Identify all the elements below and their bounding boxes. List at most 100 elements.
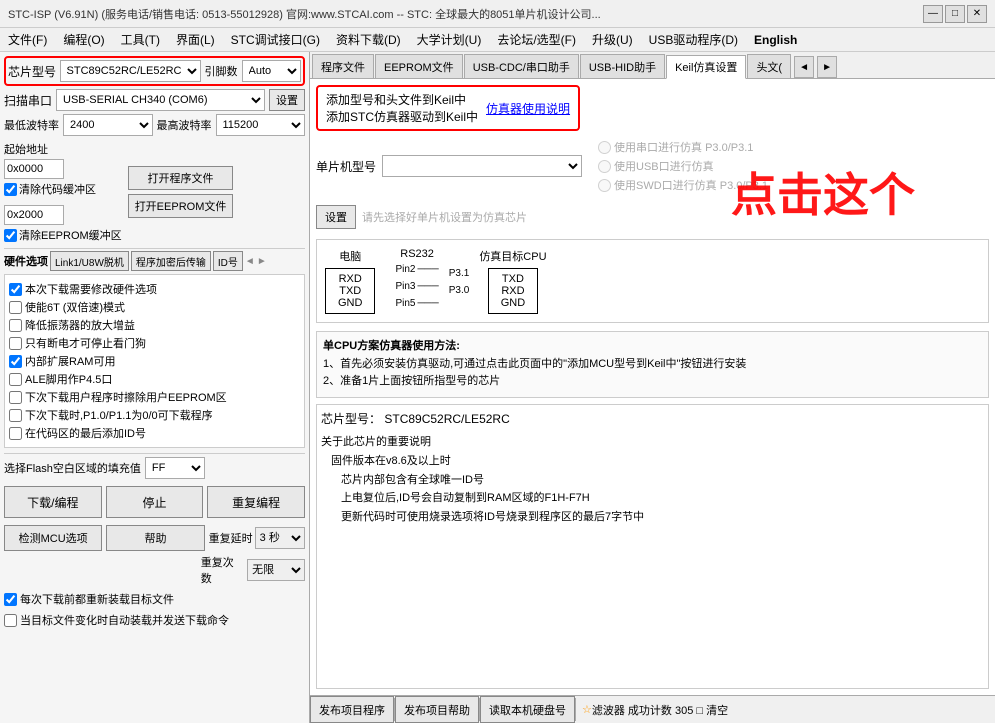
download-btn[interactable]: 下载/编程: [4, 486, 102, 518]
addr1-input[interactable]: [4, 159, 64, 179]
menu-university[interactable]: 大学计划(U): [413, 29, 486, 50]
hardware-row: 硬件选项 Link1/U8W脱机 程序加密后传输 ID号 ◄ ►: [4, 248, 305, 271]
menu-file[interactable]: 文件(F): [4, 29, 51, 50]
help-btn[interactable]: 帮助: [106, 525, 204, 551]
scan-port-row: 扫描串口 USB-SERIAL CH340 (COM6) 设置: [4, 89, 305, 111]
publish-prog-btn[interactable]: 发布项目程序: [310, 696, 394, 723]
opt-6[interactable]: 下次下载用户程序时擦除用户EEPROM区: [9, 389, 300, 405]
pc-label: 电脑: [339, 248, 361, 264]
stop-btn[interactable]: 停止: [106, 486, 204, 518]
tab-header[interactable]: 头文(: [747, 54, 791, 78]
opt-8[interactable]: 在代码区的最后添加ID号: [9, 425, 300, 441]
menu-tools[interactable]: 工具(T): [117, 29, 164, 50]
reload-check[interactable]: [4, 593, 17, 606]
pin-count-select[interactable]: Auto: [242, 60, 301, 82]
rxd-right: RXD: [501, 285, 525, 297]
menu-ui[interactable]: 界面(L): [172, 29, 219, 50]
rxd-left: RXD: [338, 273, 362, 285]
action-btns2: 检测MCU选项 帮助 重复延时 3 秒: [4, 525, 305, 551]
pin5: Pin5: [395, 298, 415, 309]
mcu-type-select[interactable]: [382, 155, 582, 177]
sim-usb[interactable]: 使用USB口进行仿真: [598, 158, 768, 174]
clear-code-label[interactable]: 清除代码缓冲区: [4, 181, 122, 197]
addr1-row: 起始地址 清除代码缓冲区 清除EEPROM缓冲区 打开程序文件 打开EEPROM…: [4, 141, 305, 243]
menu-stc-debug[interactable]: STC调试接口(G): [227, 29, 324, 50]
read-hdd-btn[interactable]: 读取本机硬盘号: [480, 696, 575, 723]
clear-eeprom-label[interactable]: 清除EEPROM缓冲区: [4, 227, 122, 243]
flash-select[interactable]: FF: [145, 457, 205, 479]
minimize-btn[interactable]: —: [923, 5, 943, 23]
max-baud-select[interactable]: 115200: [216, 114, 306, 136]
menu-program[interactable]: 编程(O): [59, 29, 108, 50]
set-chip-btn[interactable]: 设置: [316, 205, 356, 229]
close-btn[interactable]: ✕: [967, 5, 987, 23]
pin2: Pin2: [395, 264, 415, 275]
opt-0[interactable]: 本次下载需要修改硬件选项: [9, 281, 300, 297]
addr2-input[interactable]: [4, 205, 64, 225]
pin3: Pin3: [395, 281, 415, 292]
auto-check[interactable]: [4, 614, 17, 627]
maximize-btn[interactable]: □: [945, 5, 965, 23]
reload-check-row[interactable]: 每次下载前都重新装载目标文件: [4, 591, 305, 607]
opt-2[interactable]: 降低振荡器的放大增益: [9, 317, 300, 333]
menu-usb-driver[interactable]: USB驱动程序(D): [645, 29, 742, 50]
opt-1[interactable]: 使能6T (双倍速)模式: [9, 299, 300, 315]
keil-line2: 添加STC仿真器驱动到Keil中: [326, 108, 478, 125]
menu-download[interactable]: 资料下载(D): [332, 29, 405, 50]
info-line3: 更新代码时可使用烧录选项将ID号烧录到程序区的最后7字节中: [341, 508, 984, 527]
tab-usb-cdc[interactable]: USB-CDC/串口助手: [464, 54, 579, 78]
right-tabs: 程序文件 EEPROM文件 USB-CDC/串口助手 USB-HID助手 Kei…: [310, 52, 995, 79]
mcu-type-label: 单片机型号: [316, 158, 376, 175]
tab-next[interactable]: ►: [817, 56, 837, 78]
info-area: 芯片型号： STC89C52RC/LE52RC 关于此芯片的重要说明 固件版本在…: [316, 404, 989, 689]
clear-eeprom-check[interactable]: [4, 229, 17, 242]
options-section: 本次下载需要修改硬件选项 使能6T (双倍速)模式 降低振荡器的放大增益 只有断…: [4, 274, 305, 448]
menu-english[interactable]: English: [750, 31, 801, 49]
cpu-label: 仿真目标CPU: [479, 248, 546, 264]
sim-serial[interactable]: 使用串口进行仿真 P3.0/P3.1: [598, 139, 768, 155]
open-prog-btn[interactable]: 打开程序文件: [128, 166, 234, 190]
opt-4[interactable]: 内部扩展RAM可用: [9, 353, 300, 369]
instructions: 单CPU方案仿真器使用方法: 1、首先必须安装仿真驱动,可通过点击此页面中的"添…: [316, 331, 989, 398]
auto-check-row[interactable]: 当目标文件变化时自动装载并发送下载命令: [4, 612, 305, 628]
tab-usb-hid[interactable]: USB-HID助手: [580, 54, 665, 78]
p30: P3.0: [449, 285, 470, 296]
auto-label: 当目标文件变化时自动装载并发送下载命令: [20, 612, 229, 628]
delay-select[interactable]: 3 秒: [255, 527, 305, 549]
publish-help-btn[interactable]: 发布项目帮助: [395, 696, 479, 723]
detect-btn[interactable]: 检测MCU选项: [4, 525, 102, 551]
set-chip-text: 请先选择好单片机设置为仿真芯片: [362, 209, 527, 225]
action-btns: 下载/编程 停止 重复编程: [4, 486, 305, 518]
min-baud-select[interactable]: 2400: [63, 114, 153, 136]
tab-eeprom-file[interactable]: EEPROM文件: [375, 54, 463, 78]
left-panel: 芯片型号 STC89C52RC/LE52RC 引脚数 Auto 扫描串口 USB…: [0, 52, 310, 723]
sim-swd[interactable]: 使用SWD口进行仿真 P3.0/P3.1: [598, 177, 768, 193]
tab-program-file[interactable]: 程序文件: [312, 54, 374, 78]
id-btn[interactable]: ID号: [213, 251, 243, 271]
port-select[interactable]: USB-SERIAL CH340 (COM6): [56, 89, 265, 111]
status-text: 滤波器 成功计数 305 □ 清空: [592, 702, 728, 718]
keil-line1: 添加型号和头文件到Keil中: [326, 91, 478, 108]
encrypt-btn[interactable]: 程序加密后传输: [131, 251, 211, 271]
clear-code-check[interactable]: [4, 183, 17, 196]
settings-btn[interactable]: 设置: [269, 89, 305, 111]
keil-link[interactable]: 仿真器使用说明: [486, 100, 570, 117]
link1-btn[interactable]: Link1/U8W脱机: [50, 251, 129, 271]
opt-5[interactable]: ALE脚用作P4.5口: [9, 371, 300, 387]
repeat-select[interactable]: 无限: [247, 559, 305, 581]
opt-3[interactable]: 只有断电才可停止看门狗: [9, 335, 300, 351]
keil-add-box: 添加型号和头文件到Keil中 添加STC仿真器驱动到Keil中 仿真器使用说明: [316, 85, 580, 131]
menu-forum[interactable]: 去论坛/选型(F): [493, 29, 580, 50]
open-eeprom-btn[interactable]: 打开EEPROM文件: [128, 194, 234, 218]
chip-label: 芯片型号: [8, 63, 56, 80]
diagram-area: 电脑 RXD TXD GND RS232 Pin2: [316, 239, 989, 323]
gnd-right: GND: [501, 297, 525, 309]
sim-options: 使用串口进行仿真 P3.0/P3.1 使用USB口进行仿真 使用SWD口进行仿真…: [598, 139, 768, 193]
chip-select[interactable]: STC89C52RC/LE52RC: [60, 60, 201, 82]
tab-keil-sim[interactable]: Keil仿真设置: [666, 55, 746, 79]
menu-upgrade[interactable]: 升级(U): [588, 29, 637, 50]
title-text: STC-ISP (V6.91N) (服务电话/销售电话: 0513-550129…: [8, 6, 923, 22]
tab-prev[interactable]: ◄: [794, 56, 814, 78]
opt-7[interactable]: 下次下载时,P1.0/P1.1为0/0可下载程序: [9, 407, 300, 423]
reprogram-btn[interactable]: 重复编程: [207, 486, 305, 518]
